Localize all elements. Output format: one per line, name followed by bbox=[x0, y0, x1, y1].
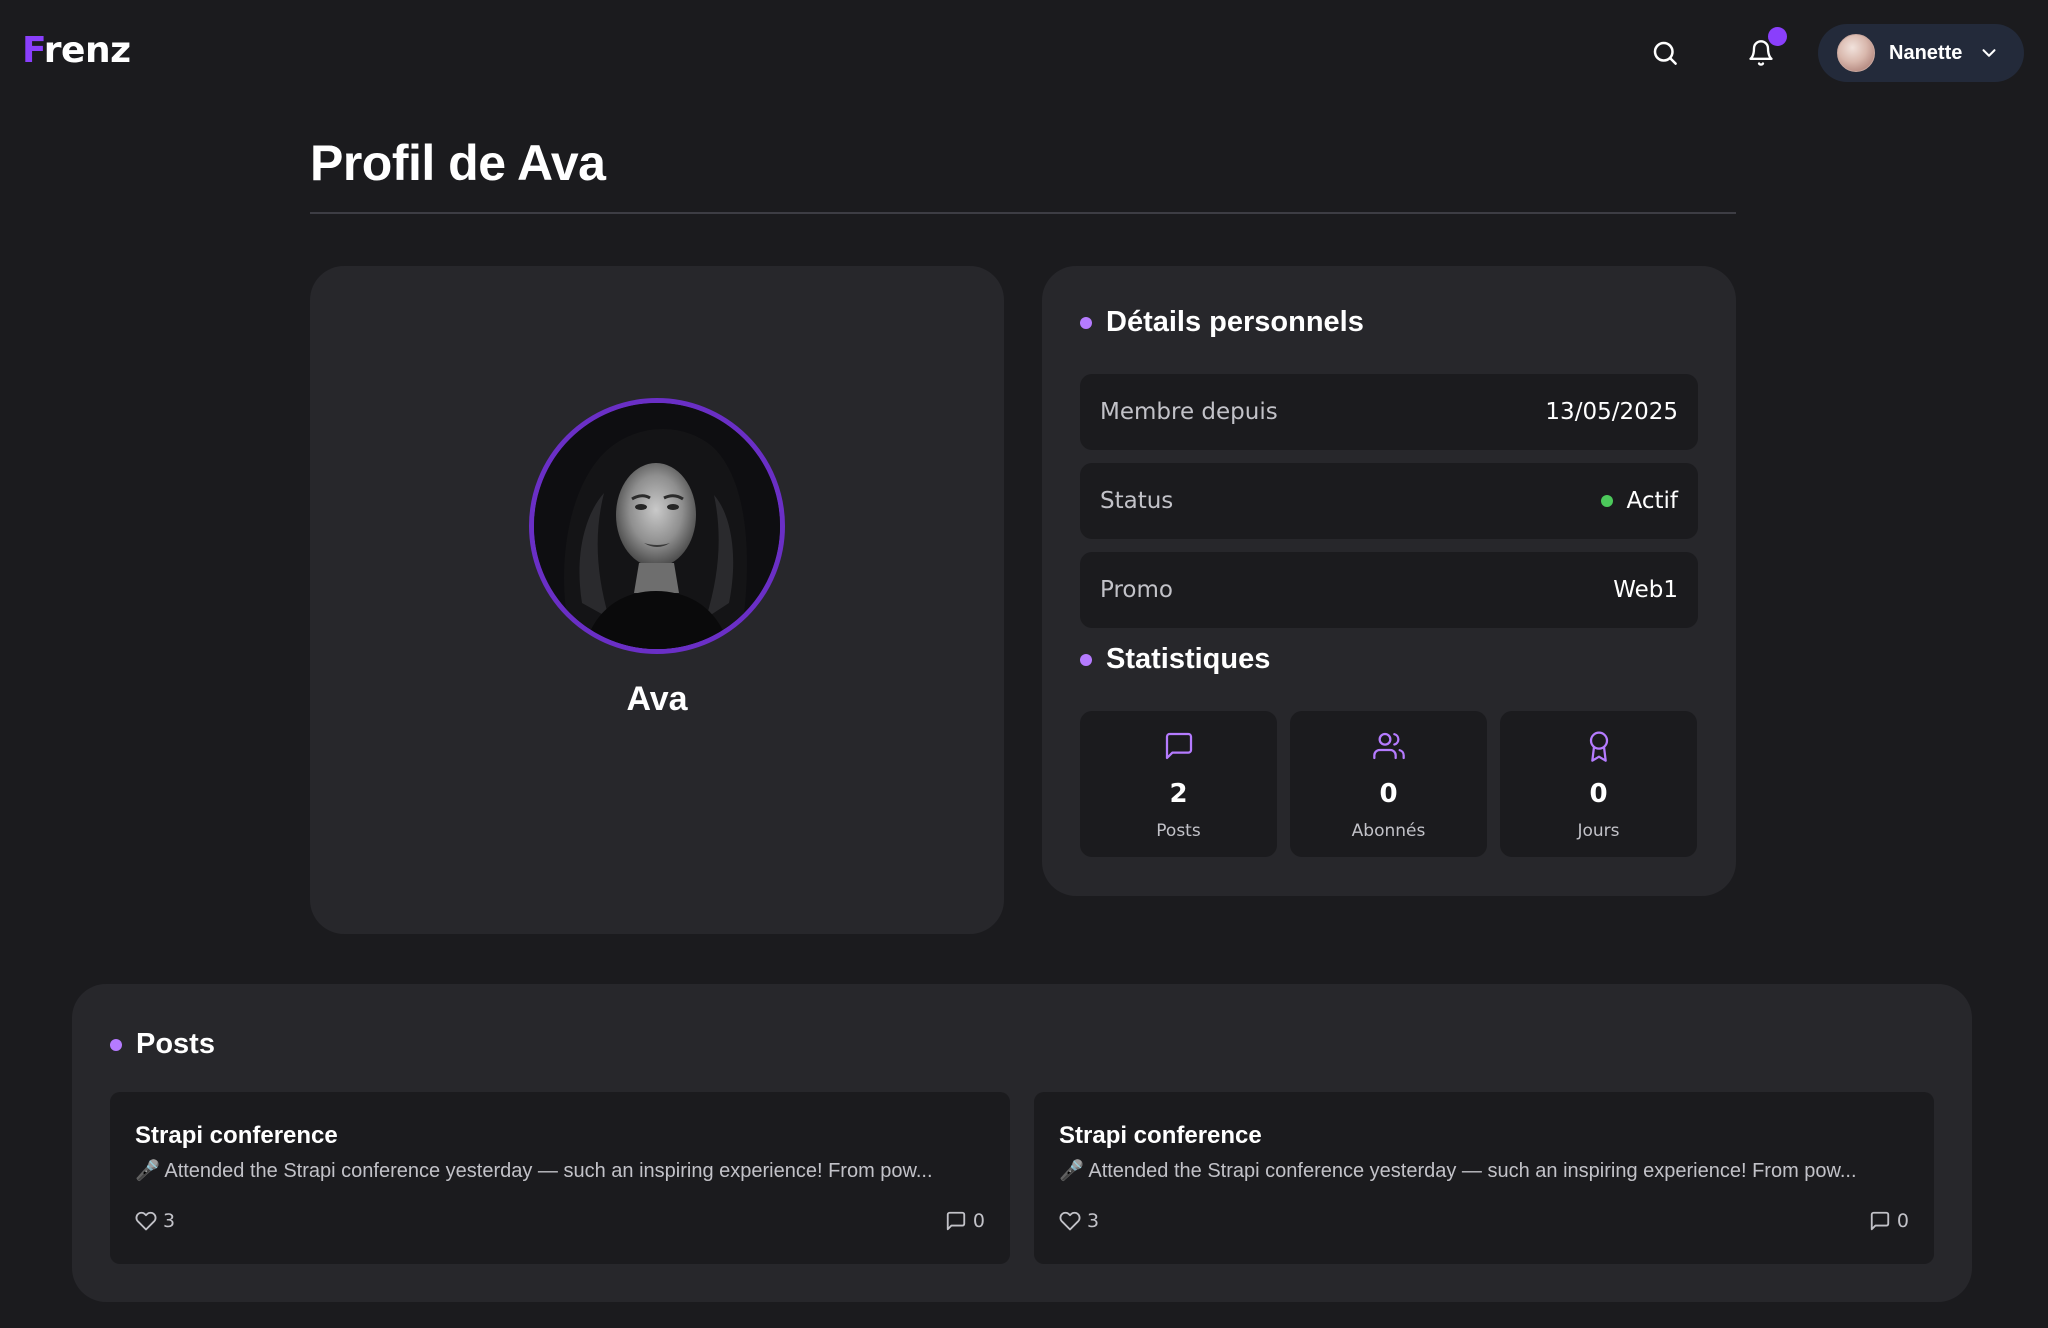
message-square-icon bbox=[1165, 732, 1193, 760]
detail-row-member-since: Membre depuis 13/05/2025 bbox=[1080, 374, 1698, 450]
search-icon bbox=[1653, 41, 1677, 65]
posts-title: Posts bbox=[136, 1028, 215, 1060]
user-name: Nanette bbox=[1889, 41, 1963, 64]
comment-count: 0 bbox=[972, 1210, 985, 1232]
comment-icon bbox=[1870, 1211, 1890, 1231]
profile-name: Ava bbox=[626, 680, 688, 718]
detail-value: Web1 bbox=[1613, 577, 1678, 603]
heart-icon bbox=[1059, 1211, 1081, 1231]
like-count: 3 bbox=[1087, 1210, 1100, 1232]
user-avatar bbox=[1837, 34, 1875, 72]
comment-icon bbox=[946, 1211, 966, 1231]
heart-icon bbox=[135, 1211, 157, 1231]
search-button[interactable] bbox=[1641, 29, 1689, 77]
posts-section: Posts Strapi conference 🎤 Attended the S… bbox=[72, 984, 1972, 1302]
post-title: Strapi conference bbox=[1059, 1122, 1262, 1149]
status-indicator-dot bbox=[1600, 495, 1613, 507]
profile-card: Ava bbox=[310, 266, 1004, 934]
users-icon bbox=[1373, 732, 1405, 760]
profile-avatar bbox=[529, 398, 785, 654]
stat-posts: 2 Posts bbox=[1080, 711, 1277, 857]
post-card[interactable]: Strapi conference 🎤 Attended the Strapi … bbox=[110, 1092, 1010, 1264]
user-menu-button[interactable]: Nanette bbox=[1818, 24, 2024, 82]
promo-value: Web1 bbox=[1613, 577, 1678, 603]
post-card[interactable]: Strapi conference 🎤 Attended the Strapi … bbox=[1034, 1092, 1934, 1264]
title-divider bbox=[310, 212, 1736, 214]
comment-button[interactable]: 0 bbox=[945, 1210, 985, 1232]
member-since-value: 13/05/2025 bbox=[1545, 399, 1678, 425]
app-logo[interactable]: Frenz bbox=[22, 30, 131, 71]
like-count: 3 bbox=[163, 1210, 176, 1232]
award-icon bbox=[1589, 731, 1609, 762]
detail-row-status: Status Actif bbox=[1080, 463, 1698, 539]
stat-label: Jours bbox=[1577, 821, 1620, 841]
detail-value: Actif bbox=[1600, 488, 1678, 514]
top-bar: Frenz Nanette bbox=[0, 0, 2048, 106]
stat-value: 0 bbox=[1379, 779, 1398, 809]
post-excerpt: 🎤 Attended the Strapi conference yesterd… bbox=[135, 1160, 933, 1182]
stat-followers: 0 Abonnés bbox=[1290, 711, 1487, 857]
heading-bullet bbox=[1080, 316, 1092, 329]
heading-bullet bbox=[110, 1038, 122, 1051]
notification-badge bbox=[1768, 27, 1787, 46]
stat-label: Posts bbox=[1156, 821, 1201, 841]
personal-details-card: Détails personnels Membre depuis 13/05/2… bbox=[1042, 266, 1736, 896]
like-button[interactable]: 3 bbox=[135, 1210, 175, 1232]
profile-portrait-image bbox=[534, 403, 780, 649]
notifications-button[interactable] bbox=[1737, 27, 1787, 77]
posts-heading: Posts bbox=[110, 1028, 215, 1061]
logo-first-letter: F bbox=[22, 30, 44, 71]
detail-label: Status bbox=[1100, 488, 1174, 514]
like-button[interactable]: 3 bbox=[1059, 1210, 1099, 1232]
status-value: Actif bbox=[1626, 488, 1678, 514]
detail-label: Membre depuis bbox=[1100, 399, 1278, 425]
stat-days: 0 Jours bbox=[1500, 711, 1697, 857]
chevron-down-icon bbox=[1978, 42, 2000, 64]
comment-button[interactable]: 0 bbox=[1869, 1210, 1909, 1232]
stat-label: Abonnés bbox=[1351, 821, 1426, 841]
post-excerpt: 🎤 Attended the Strapi conference yesterd… bbox=[1059, 1160, 1857, 1182]
stat-value: 2 bbox=[1169, 779, 1188, 809]
page-title: Profil de Ava bbox=[310, 135, 606, 191]
statistics-heading: Statistiques bbox=[1080, 643, 1270, 676]
post-title: Strapi conference bbox=[135, 1122, 338, 1149]
personal-details-title: Détails personnels bbox=[1106, 306, 1364, 338]
stat-value: 0 bbox=[1589, 779, 1608, 809]
comment-count: 0 bbox=[1896, 1210, 1909, 1232]
detail-row-promo: Promo Web1 bbox=[1080, 552, 1698, 628]
personal-details-heading: Détails personnels bbox=[1080, 306, 1364, 339]
logo-rest: renz bbox=[43, 30, 131, 71]
detail-value: 13/05/2025 bbox=[1545, 399, 1678, 425]
statistics-title: Statistiques bbox=[1106, 643, 1271, 675]
detail-label: Promo bbox=[1100, 577, 1173, 603]
heading-bullet bbox=[1080, 653, 1092, 666]
